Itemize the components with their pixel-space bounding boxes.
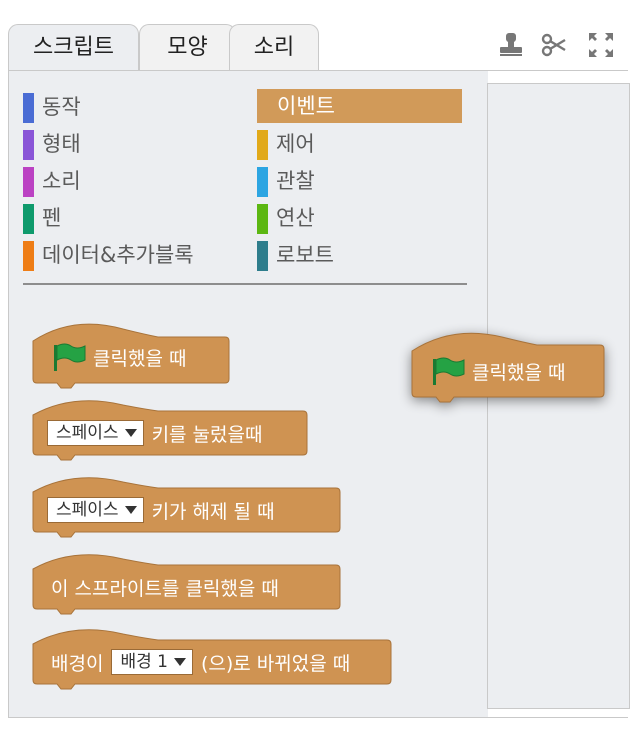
category-label: 이벤트 xyxy=(277,94,335,118)
category-motion[interactable]: 동작 xyxy=(23,92,223,123)
category-color-swatch xyxy=(257,241,268,271)
when-sprite-clicked-block[interactable]: 이 스프라이트를 클릭했을 때 xyxy=(32,551,353,619)
block-label: (으)로 바뀌었을 때 xyxy=(200,652,351,675)
category-robot[interactable]: 로보트 xyxy=(257,240,457,271)
category-divider xyxy=(23,283,467,285)
category-control[interactable]: 제어 xyxy=(257,129,457,160)
tab-sounds[interactable]: 소리 xyxy=(229,24,319,71)
dropdown-arrow-icon xyxy=(173,658,186,666)
category-looks[interactable]: 형태 xyxy=(23,129,223,160)
backdrop-dropdown[interactable]: 배경 1 xyxy=(111,649,193,675)
category-color-swatch xyxy=(23,241,34,271)
category-color-swatch xyxy=(257,204,268,234)
scissors-icon[interactable] xyxy=(539,30,569,60)
key-dropdown-value: 스페이스 xyxy=(56,423,119,443)
when-backdrop-switches-block[interactable]: 배경이 배경 1 (으)로 바뀌었을 때 xyxy=(32,626,403,694)
category-color-swatch xyxy=(23,167,34,197)
category-color-swatch xyxy=(257,130,268,160)
block-label: 클릭했을 때 xyxy=(93,347,187,370)
fullscreen-icon[interactable] xyxy=(586,30,616,60)
category-label: 데이터&추가블록 xyxy=(42,243,194,267)
key-dropdown[interactable]: 스페이스 xyxy=(47,497,144,523)
category-color-swatch xyxy=(23,93,34,123)
category-label: 제어 xyxy=(276,132,315,156)
block-label: 키를 눌렀을때 xyxy=(151,423,263,446)
backdrop-dropdown-value: 배경 1 xyxy=(120,652,168,672)
category-sound[interactable]: 소리 xyxy=(23,166,223,197)
category-label: 연산 xyxy=(276,206,315,230)
category-label: 관찰 xyxy=(276,169,315,193)
category-label: 소리 xyxy=(42,169,81,193)
key-dropdown[interactable]: 스페이스 xyxy=(47,420,144,446)
block-label: 이 스프라이트를 클릭했을 때 xyxy=(51,577,279,600)
bottom-divider xyxy=(8,717,628,718)
category-data[interactable]: 데이터&추가블록 xyxy=(23,240,243,271)
key-dropdown-value: 스페이스 xyxy=(56,500,119,520)
category-pen[interactable]: 펜 xyxy=(23,203,223,234)
category-color-swatch xyxy=(23,204,34,234)
when-flag-clicked-block[interactable]: 클릭했을 때 xyxy=(32,319,233,391)
category-sensing[interactable]: 관찰 xyxy=(257,166,457,197)
when-key-released-block[interactable]: 스페이스 키가 해제 될 때 xyxy=(32,474,353,542)
when-key-pressed-block[interactable]: 스페이스 키를 눌렀을때 xyxy=(32,397,313,465)
block-label-prefix: 배경이 xyxy=(51,652,104,675)
category-label: 형태 xyxy=(42,132,81,156)
tab-scripts[interactable]: 스크립트 xyxy=(8,24,139,71)
green-flag-icon xyxy=(433,357,465,385)
dragged-when-flag-clicked-block[interactable]: 클릭했을 때 xyxy=(411,327,612,407)
category-label: 펜 xyxy=(42,206,62,230)
category-color-swatch xyxy=(257,167,268,197)
block-label: 키가 해제 될 때 xyxy=(151,500,275,523)
block-label: 클릭했을 때 xyxy=(472,361,566,384)
category-label: 동작 xyxy=(42,95,81,119)
green-flag-icon xyxy=(54,343,86,371)
category-events[interactable]: 이벤트 xyxy=(257,89,462,123)
dropdown-arrow-icon xyxy=(124,506,137,514)
category-operators[interactable]: 연산 xyxy=(257,203,457,234)
tab-costumes[interactable]: 모양 xyxy=(139,24,236,71)
dropdown-arrow-icon xyxy=(124,429,137,437)
stamp-icon[interactable] xyxy=(496,30,526,60)
category-label: 로보트 xyxy=(276,243,334,267)
category-color-swatch xyxy=(23,130,34,160)
